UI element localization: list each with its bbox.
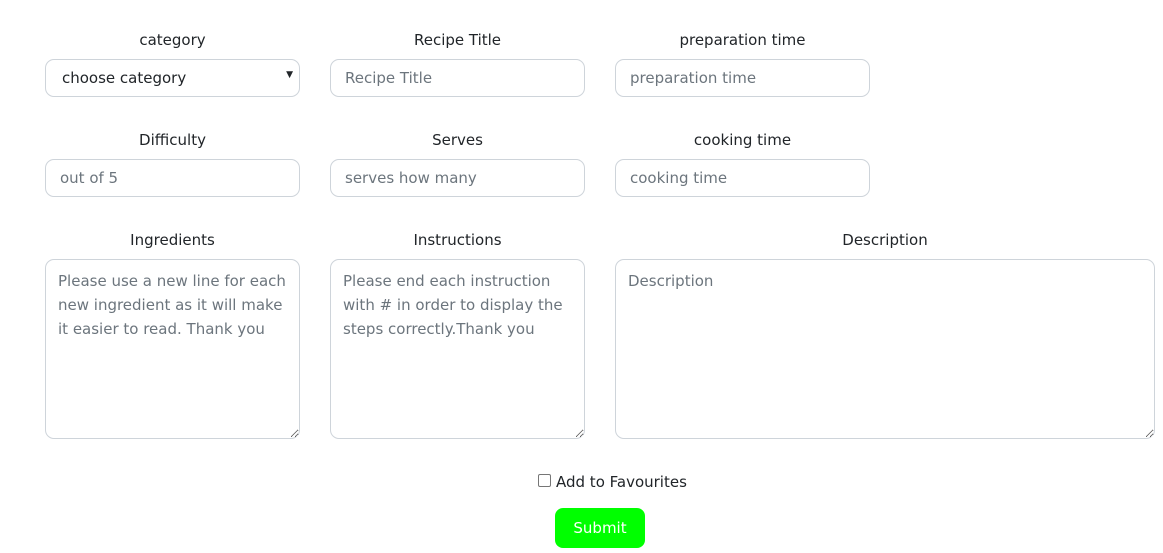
serves-label: Serves: [432, 131, 483, 149]
difficulty-field: Difficulty: [45, 130, 300, 200]
description-label: Description: [842, 231, 928, 249]
serves-input[interactable]: [330, 159, 585, 197]
category-field: category choose category ▼: [45, 30, 300, 100]
description-field: Description: [615, 230, 1155, 440]
submit-button[interactable]: Submit: [555, 508, 645, 548]
favourites-row: Add to Favourites: [538, 472, 687, 492]
favourites-label[interactable]: Add to Favourites: [556, 473, 687, 491]
category-selected-value: choose category: [62, 69, 187, 87]
instructions-label: Instructions: [413, 231, 502, 249]
difficulty-input[interactable]: [45, 159, 300, 197]
instructions-textarea[interactable]: [330, 259, 585, 439]
category-select[interactable]: choose category ▼: [45, 59, 300, 97]
instructions-field: Instructions: [330, 230, 585, 440]
cooking-time-label: cooking time: [693, 131, 792, 149]
category-label: category: [139, 31, 206, 49]
cooking-time-input[interactable]: [615, 159, 870, 197]
recipe-title-field: Recipe Title: [330, 30, 585, 100]
recipe-title-label: Recipe Title: [413, 31, 502, 49]
cooking-time-field: cooking time: [615, 130, 870, 200]
ingredients-field: Ingredients: [45, 230, 300, 440]
ingredients-label: Ingredients: [130, 231, 215, 249]
ingredients-textarea[interactable]: [45, 259, 300, 439]
description-textarea[interactable]: [615, 259, 1155, 439]
recipe-title-input[interactable]: [330, 59, 585, 97]
chevron-down-icon: ▼: [286, 70, 293, 80]
favourites-checkbox[interactable]: [538, 473, 551, 487]
preparation-time-input[interactable]: [615, 59, 870, 97]
preparation-time-field: preparation time: [615, 30, 870, 100]
serves-field: Serves: [330, 130, 585, 200]
preparation-time-label: preparation time: [679, 31, 806, 49]
difficulty-label: Difficulty: [139, 131, 206, 149]
